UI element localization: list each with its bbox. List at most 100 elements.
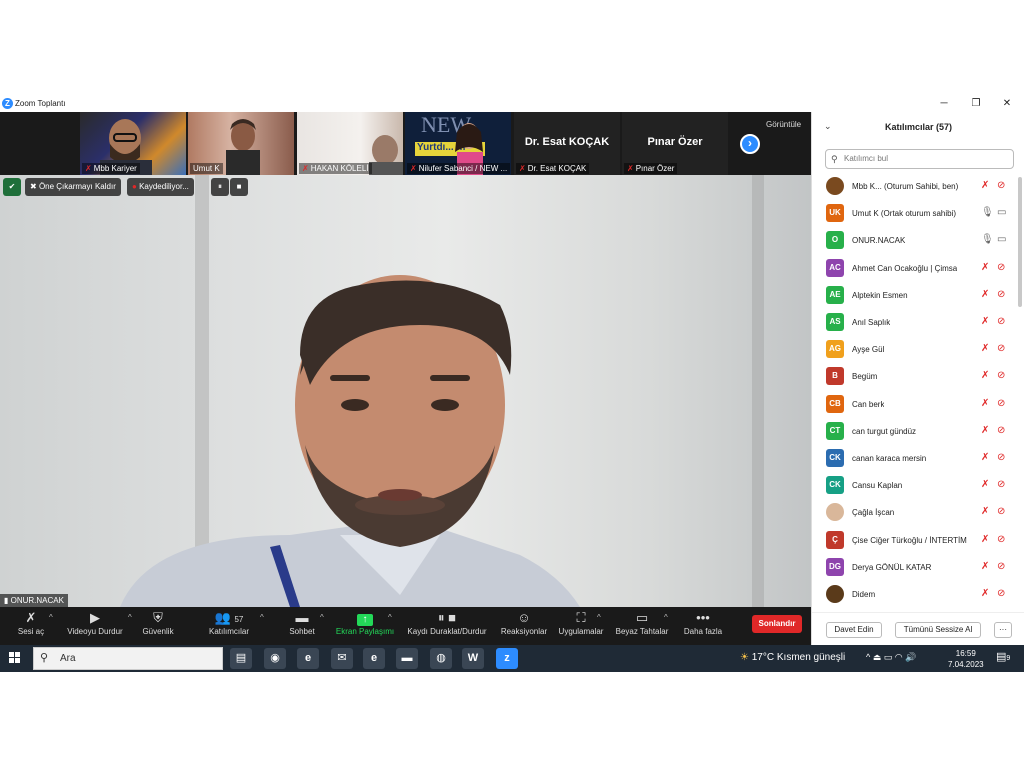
participant-row[interactable]: Çağla İşcan ✗ ⊘ [812,500,1018,527]
participant-row[interactable]: UK Umut K (Ortak oturum sahibi) 🎙 ▭ [812,201,1018,228]
whiteboard-options-caret[interactable]: ^ [664,613,668,622]
shield-icon[interactable]: ✔ [3,178,21,196]
maximize-button[interactable]: ❐ [966,97,986,111]
share-screen-button[interactable]: ↑ Ekran Paylaşımı [334,609,396,643]
stop-video-button[interactable]: ▶ Videoyu Durdur [62,609,128,643]
clock[interactable]: 16:59 7.04.2023 [948,648,984,670]
chrome-app-icon[interactable]: ◉ [264,648,286,669]
participant-row[interactable]: AG Ayşe Gül ✗ ⊘ [812,337,1018,364]
participant-row[interactable]: DG Derya GÖNÜL KATAR ✗ ⊘ [812,555,1018,582]
close-button[interactable]: ✕ [997,97,1017,111]
reactions-button[interactable]: ☺ Reaksiyonlar [498,609,550,643]
video-icon: ▭ [997,234,1007,246]
view-button[interactable]: Görüntüle [766,120,801,129]
participants-panel: ⌄ Katılımcılar (57) ⚲ Katılımcı bul Mbb … [811,112,1024,645]
participant-row[interactable]: AE Alptekin Esmen ✗ ⊘ [812,283,1018,310]
video-tile[interactable]: Pınar Özer ✗ Pınar Özer [622,112,728,175]
speaker-name-label: ▮ ONUR.NACAK [0,594,68,607]
video-off-icon: ⊘ [997,316,1006,327]
more-options-button[interactable]: ··· [994,622,1012,638]
avatar: Ç [826,530,844,549]
participants-button[interactable]: 👥 57 Katılımcılar [204,609,254,643]
ie-app-icon[interactable]: e [363,648,385,669]
participant-row[interactable]: CK Cansu Kaplan ✗ ⊘ [812,473,1018,500]
audio-options-caret[interactable]: ^ [49,613,53,622]
video-icon: ▭ [997,207,1007,219]
participant-row[interactable]: O ONUR.NACAK 🎙 ▭ [812,228,1018,255]
word-app-icon[interactable]: W [462,648,484,669]
video-off-icon: ⊘ [997,288,1006,300]
avatar: AG [826,340,844,359]
video-off-icon: ⊘ [997,343,1006,355]
participant-row[interactable]: B Begüm ✗ ⊘ [812,364,1018,391]
windows-start-icon[interactable] [9,652,21,664]
stop-recording-button[interactable]: ■ [230,178,248,196]
mail-app-icon[interactable]: ✉ [331,648,353,669]
invite-button[interactable]: Davet Edin [826,622,882,638]
active-speaker-video: ✔ ✖ Öne Çıkarmayı Kaldır ● Kaydediliyor.… [0,175,811,607]
more-button[interactable]: ••• Daha fazla [680,609,726,643]
system-tray[interactable]: ^ ⏏ ▭ ◠ 🔊 [866,652,916,663]
avatar: B [826,367,844,386]
participant-name: Umut K (Ortak oturum sahibi) [852,209,957,219]
participant-search-input[interactable]: ⚲ Katılımcı bul [825,149,1014,169]
video-options-caret[interactable]: ^ [128,613,132,622]
tile-label: ✗ Pınar Özer [624,163,678,174]
notification-icon[interactable]: ▤9 [996,650,1010,663]
avatar: UK [826,204,844,223]
participant-row[interactable]: CB Can berk ✗ ⊘ [812,392,1018,419]
unpin-button[interactable]: ✖ Öne Çıkarmayı Kaldır [25,178,121,196]
firefox-app-icon[interactable]: ◍ [430,648,452,669]
security-button[interactable]: ⛨ Güvenlik [138,609,178,643]
muted-mic-icon: ✗ [302,164,309,173]
next-page-button[interactable]: › [740,134,760,154]
apps-options-caret[interactable]: ^ [597,613,601,622]
participant-row[interactable]: CK canan karaca mersin ✗ ⊘ [812,446,1018,473]
participant-row[interactable]: AS Anıl Saplık ✗ ⊘ [812,310,1018,337]
participant-row[interactable]: AC Ahmet Can Ocakoğlu | Çimsa ✗ ⊘ [812,256,1018,283]
minimize-button[interactable]: ─ [934,97,954,111]
tile-label: ✗ Dr. Esat KOÇAK [516,163,590,174]
panel-scrollbar[interactable] [1018,177,1022,307]
files-app-icon[interactable]: ▤ [230,648,252,669]
muted-mic-icon: ✗ [410,164,417,173]
weather-widget[interactable]: ☀ 17°C Kısmen güneşli [740,652,845,663]
muted-mic-icon: ✗ [627,164,634,173]
edge-app-icon[interactable]: e [297,648,319,669]
mic-muted-icon: ✗ [981,316,990,327]
participant-row[interactable]: Didem ✗ ⊘ [812,582,1018,609]
participants-options-caret[interactable]: ^ [260,613,264,622]
participant-row[interactable]: Mbb K... (Oturum Sahibi, ben) ✗ ⊘ [812,174,1018,201]
zoom-app-icon[interactable]: z [496,648,518,669]
share-options-caret[interactable]: ^ [388,613,392,622]
video-tile[interactable]: ✗ HAKAN KÖLELİ [297,112,403,175]
speaker-video-image [120,275,580,607]
participant-name: Mbb K... (Oturum Sahibi, ben) [852,182,959,191]
avatar [826,585,844,603]
video-tile[interactable]: ✗ Mbb Kariyer [80,112,186,175]
avatar [826,503,844,522]
video-off-icon: ⊘ [997,560,1006,572]
whiteboards-button[interactable]: ▭ Beyaz Tahtalar [612,609,672,643]
video-tile[interactable]: Dr. Esat KOÇAK ✗ Dr. Esat KOÇAK [514,112,620,175]
video-tile[interactable]: Umut K [188,112,294,175]
chat-button[interactable]: ▬ Sohbet [286,609,318,643]
avatar: CB [826,394,844,413]
participant-name: Derya GÖNÜL KATAR [852,562,932,572]
mute-all-button[interactable]: Tümünü Sessize Al [895,622,981,638]
chat-options-caret[interactable]: ^ [320,613,324,622]
explorer-app-icon[interactable]: ▬ [396,648,418,669]
pause-stop-recording-button[interactable]: ⏸ ■ Kaydı Duraklat/Durdur [402,609,492,643]
unmute-button[interactable]: ✗ Sesi aç [12,609,50,643]
video-strip: ✗Mbb Kariyer Umut K ✗HAKAN KÖLELİ NEW [0,112,811,175]
taskbar-search-input[interactable]: ⚲ Ara [33,647,223,670]
video-off-icon: ⊘ [997,397,1006,409]
video-tile[interactable]: NEW Yurtdı... m ✗ Nilufer Sabanci / NEW .… [405,112,511,175]
search-icon: ⚲ [40,652,49,664]
pause-recording-button[interactable]: ⏸ [211,178,229,196]
participant-row[interactable]: CT can turgut gündüz ✗ ⊘ [812,419,1018,446]
video-camera-icon: ▶ [90,610,100,625]
end-meeting-button[interactable]: Sonlandır [752,615,802,633]
video-off-icon: ⊘ [997,370,1006,382]
participant-row[interactable]: Ç Çise Ciğer Türkoğlu / İNTERTİM ✗ ⊘ [812,528,1018,555]
